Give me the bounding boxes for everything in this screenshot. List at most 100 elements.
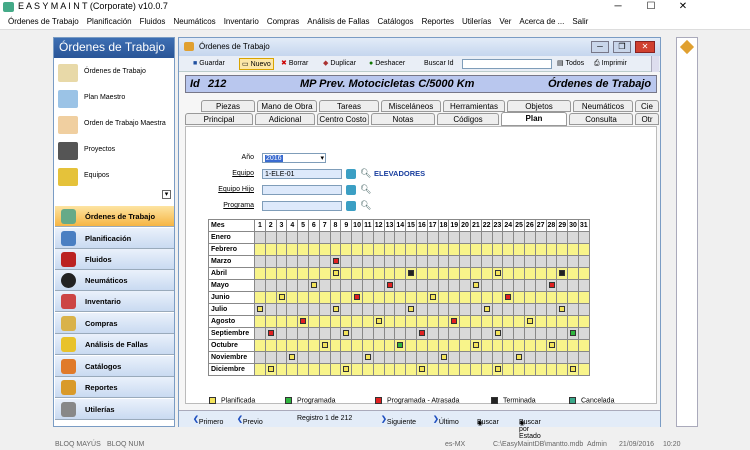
day-cell[interactable]: [329, 303, 342, 316]
day-cell[interactable]: [264, 351, 277, 364]
day-cell[interactable]: [361, 231, 374, 244]
day-cell[interactable]: [297, 351, 309, 364]
day-cell[interactable]: [437, 291, 450, 304]
day-cell[interactable]: [491, 363, 504, 376]
day-cell[interactable]: [513, 279, 525, 292]
day-cell[interactable]: [556, 267, 569, 280]
day-cell[interactable]: [426, 255, 439, 268]
day-cell[interactable]: [286, 243, 299, 256]
tab-miscelaneos[interactable]: Misceláneos: [381, 100, 441, 112]
day-cell[interactable]: [469, 303, 482, 316]
schedule-marker-yellow[interactable]: [472, 342, 479, 348]
eraser-icon[interactable]: [346, 169, 356, 179]
tab-mano-de-obra[interactable]: Mano de Obra: [257, 100, 317, 112]
day-cell[interactable]: [426, 279, 439, 292]
day-cell[interactable]: [297, 363, 309, 376]
day-cell[interactable]: [556, 255, 569, 268]
nav-fluidos[interactable]: Fluidos: [55, 249, 174, 270]
day-cell[interactable]: [459, 327, 471, 340]
day-cell[interactable]: [329, 363, 342, 376]
day-cell[interactable]: [361, 303, 374, 316]
day-cell[interactable]: [340, 291, 353, 304]
day-cell[interactable]: [437, 243, 450, 256]
day-cell[interactable]: [383, 243, 396, 256]
day-cell[interactable]: [577, 351, 590, 364]
day-cell[interactable]: [556, 327, 569, 340]
day-cell[interactable]: [480, 315, 493, 328]
day-cell[interactable]: [556, 339, 569, 352]
schedule-marker-yellow[interactable]: [526, 318, 533, 324]
day-cell[interactable]: [394, 327, 407, 340]
day-cell[interactable]: [545, 363, 558, 376]
day-cell[interactable]: [567, 231, 579, 244]
day-cell[interactable]: [318, 315, 331, 328]
day-cell[interactable]: [523, 267, 536, 280]
day-cell[interactable]: [329, 255, 342, 268]
day-cell[interactable]: [307, 255, 320, 268]
next-button[interactable]: ❯ Siguiente: [381, 415, 416, 426]
day-cell[interactable]: [264, 363, 277, 376]
day-cell[interactable]: [448, 291, 461, 304]
tab-centro-costo[interactable]: Centro Costo: [317, 113, 369, 125]
schedule-marker-yellow[interactable]: [364, 354, 371, 360]
day-cell[interactable]: [577, 255, 590, 268]
day-cell[interactable]: [394, 303, 407, 316]
window-restore-icon[interactable]: ❐: [613, 41, 631, 53]
day-cell[interactable]: [577, 327, 590, 340]
day-cell[interactable]: [394, 279, 407, 292]
day-cell[interactable]: [307, 303, 320, 316]
day-cell[interactable]: [556, 315, 569, 328]
schedule-marker-black[interactable]: [408, 270, 415, 276]
tab-otros[interactable]: Otr: [635, 113, 659, 125]
day-cell[interactable]: [567, 279, 579, 292]
day-cell[interactable]: [426, 363, 439, 376]
day-cell[interactable]: [448, 255, 461, 268]
day-cell[interactable]: [513, 363, 525, 376]
day-cell[interactable]: [351, 303, 363, 316]
day-cell[interactable]: [459, 279, 471, 292]
day-cell[interactable]: [361, 339, 374, 352]
schedule-marker-yellow[interactable]: [494, 330, 501, 336]
day-cell[interactable]: [351, 315, 363, 328]
schedule-marker-red[interactable]: [267, 330, 274, 336]
day-cell[interactable]: [523, 315, 536, 328]
day-cell[interactable]: [372, 279, 385, 292]
day-cell[interactable]: [491, 291, 504, 304]
day-cell[interactable]: [340, 303, 353, 316]
day-cell[interactable]: [513, 327, 525, 340]
day-cell[interactable]: [297, 255, 309, 268]
nav-analisis[interactable]: Análisis de Fallas: [55, 334, 174, 355]
day-cell[interactable]: [448, 303, 461, 316]
day-cell[interactable]: [567, 315, 579, 328]
day-cell[interactable]: [361, 363, 374, 376]
day-cell[interactable]: [372, 243, 385, 256]
day-cell[interactable]: [383, 231, 396, 244]
day-cell[interactable]: [577, 291, 590, 304]
nav-neumaticos[interactable]: Neumáticos: [55, 270, 174, 291]
day-cell[interactable]: [372, 267, 385, 280]
day-cell[interactable]: [437, 255, 450, 268]
menu-fluidos[interactable]: Fluidos: [136, 15, 170, 28]
day-cell[interactable]: [480, 363, 493, 376]
day-cell[interactable]: [480, 255, 493, 268]
day-cell[interactable]: [534, 303, 547, 316]
day-cell[interactable]: [275, 303, 288, 316]
day-cell[interactable]: [318, 231, 331, 244]
day-cell[interactable]: [329, 279, 342, 292]
day-cell[interactable]: [254, 363, 266, 376]
day-cell[interactable]: [426, 243, 439, 256]
schedule-marker-yellow[interactable]: [278, 294, 285, 300]
day-cell[interactable]: [415, 255, 428, 268]
day-cell[interactable]: [340, 279, 353, 292]
day-cell[interactable]: [275, 267, 288, 280]
sidebar-scroll-button[interactable]: ▾: [162, 190, 171, 199]
day-cell[interactable]: [307, 243, 320, 256]
day-cell[interactable]: [297, 279, 309, 292]
schedule-marker-yellow[interactable]: [267, 366, 274, 372]
day-cell[interactable]: [264, 327, 277, 340]
day-cell[interactable]: [556, 291, 569, 304]
day-cell[interactable]: [361, 315, 374, 328]
day-cell[interactable]: [437, 351, 450, 364]
day-cell[interactable]: [523, 255, 536, 268]
day-cell[interactable]: [448, 267, 461, 280]
